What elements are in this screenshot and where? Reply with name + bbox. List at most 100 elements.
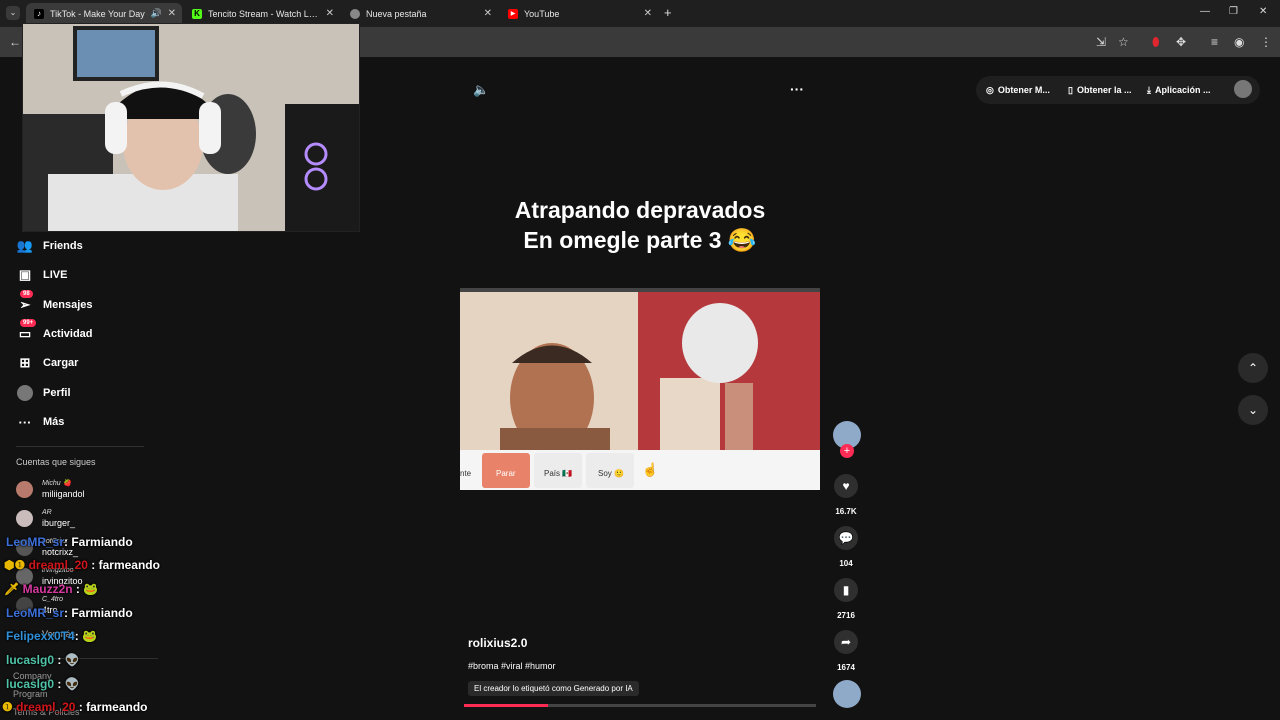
tab-search-button[interactable]: ⌄ bbox=[6, 6, 20, 20]
sidebar-item-label: Friends bbox=[43, 240, 83, 252]
sidebar-divider bbox=[16, 446, 144, 447]
back-icon[interactable]: ← bbox=[9, 35, 21, 49]
like-count: 16.7K bbox=[835, 507, 857, 516]
media-control-icon[interactable]: ≡ bbox=[1211, 35, 1218, 49]
progress-track[interactable] bbox=[464, 704, 816, 707]
profile-avatar bbox=[16, 384, 34, 402]
sidebar-item-friends[interactable]: 👥 Friends bbox=[16, 236, 83, 256]
profile-icon[interactable]: ◉ bbox=[1234, 35, 1244, 49]
tab-tiktok[interactable]: ♪ TikTok - Make Your Day 🔊 ✕ bbox=[26, 3, 182, 25]
friends-icon: 👥 bbox=[16, 238, 34, 253]
sidebar-item-label: Perfil bbox=[43, 387, 71, 399]
video-author[interactable]: rolixius2.0 bbox=[468, 636, 527, 650]
tab-audio-icon[interactable]: 🔊 bbox=[151, 8, 162, 19]
omegle-next-button: nte bbox=[460, 469, 472, 478]
chat-text: : Farmiando bbox=[64, 606, 133, 620]
get-app-button[interactable]: ▯ Obtener la ... bbox=[1068, 80, 1131, 100]
browser-menu-icon[interactable]: ⋮ bbox=[1260, 35, 1272, 49]
install-app-icon[interactable]: ⇲ bbox=[1096, 35, 1106, 49]
share-button[interactable]: ➦ bbox=[834, 630, 858, 654]
upload-icon: ⊞ bbox=[19, 355, 31, 370]
previous-video-button[interactable]: ⌃ bbox=[1238, 353, 1268, 383]
like-button[interactable]: ♥ bbox=[834, 474, 858, 498]
bookmark-icon: ▮ bbox=[842, 583, 850, 597]
extensions-puzzle-icon[interactable]: ✥ bbox=[1176, 35, 1186, 49]
activity-icon: ▭ 99+ bbox=[16, 319, 37, 343]
chevron-down-icon: ⌄ bbox=[1247, 403, 1259, 417]
chat-text: : farmeando bbox=[75, 700, 148, 714]
chat-text: : 🐸 bbox=[72, 582, 99, 596]
video-title-line2: En omegle parte 3 😂 bbox=[523, 227, 757, 253]
chat-user: lucaslg0 bbox=[6, 653, 55, 667]
mute-icon[interactable]: 🔈 bbox=[473, 82, 489, 98]
comment-button[interactable]: 💬 bbox=[834, 526, 858, 550]
sidebar-item-profile[interactable]: Perfil bbox=[16, 383, 71, 403]
maximize-icon[interactable]: ❐ bbox=[1229, 6, 1238, 17]
tab-close-icon[interactable]: ✕ bbox=[326, 8, 334, 19]
sidebar-item-upload[interactable]: ⊞ Cargar bbox=[16, 353, 79, 373]
chat-message: Felipexx0T4: 🐸 bbox=[6, 629, 97, 643]
messages-icon: ➢ 98 bbox=[16, 290, 34, 314]
next-video-button[interactable]: ⌄ bbox=[1238, 395, 1268, 425]
sidebar-item-live[interactable]: ▣ LIVE bbox=[16, 265, 68, 285]
tiktok-favicon-icon: ♪ bbox=[34, 9, 44, 19]
sidebar-item-label: Cargar bbox=[43, 357, 79, 369]
sidebar-item-activity[interactable]: ▭ 99+ Actividad bbox=[16, 319, 93, 344]
button-label: Aplicación ... bbox=[1154, 85, 1211, 95]
chat-message: LeoMR_sr: Farmiando bbox=[6, 606, 133, 620]
chat-text: : 👽 bbox=[54, 677, 80, 691]
sidebar-item-more[interactable]: ··· Más bbox=[16, 412, 65, 432]
comment-icon: 💬 bbox=[838, 531, 854, 545]
follow-plus-icon[interactable]: + bbox=[840, 444, 854, 458]
sidebar-item-label: Actividad bbox=[43, 328, 93, 340]
tab-close-icon[interactable]: ✕ bbox=[168, 8, 176, 19]
sidebar-item-label: Mensajes bbox=[43, 299, 93, 311]
following-handle: miliigandol bbox=[42, 489, 85, 499]
share-icon: ➦ bbox=[840, 635, 852, 649]
chat-user: Felipexx0T4 bbox=[6, 629, 75, 643]
tab-new[interactable]: Nueva pestaña ✕ bbox=[342, 3, 498, 25]
activity-badge: 99+ bbox=[20, 319, 37, 327]
button-label: Obtener M... bbox=[997, 85, 1050, 95]
button-label: Obtener la ... bbox=[1076, 85, 1132, 95]
minimize-icon[interactable]: — bbox=[1200, 6, 1210, 17]
sidebar-item-label: LIVE bbox=[43, 269, 68, 281]
tab-kick[interactable]: K Tencito Stream - Watch Live on ✕ bbox=[184, 3, 340, 25]
tab-close-icon[interactable]: ✕ bbox=[644, 8, 652, 19]
chat-user: lucaslg0 bbox=[6, 677, 55, 691]
chat-message: ❶ dreaml_20 : farmeando bbox=[2, 700, 147, 714]
bookmark-star-icon[interactable]: ☆ bbox=[1118, 35, 1129, 49]
new-tab-button[interactable]: + bbox=[664, 6, 672, 20]
close-window-icon[interactable]: ✕ bbox=[1259, 6, 1267, 17]
chat-user: Mauzz2n bbox=[22, 582, 73, 596]
video-title: Atrapando depravados En omegle parte 3 😂 bbox=[460, 195, 820, 255]
following-display-name: AR bbox=[42, 509, 52, 516]
chat-text: : farmeando bbox=[87, 558, 160, 572]
get-coins-button[interactable]: ◎ Obtener M... bbox=[986, 80, 1050, 100]
sword-icon: 🗡 bbox=[4, 582, 23, 596]
more-icon: ··· bbox=[18, 414, 32, 430]
sound-disc-avatar[interactable] bbox=[833, 680, 861, 708]
video-options-icon[interactable]: ··· bbox=[790, 81, 804, 97]
extension-red-icon[interactable]: ⬮ bbox=[1152, 35, 1160, 50]
following-display-name: Michu 🍓 bbox=[42, 480, 72, 487]
tab-youtube[interactable]: ▶ YouTube ✕ bbox=[500, 3, 658, 25]
chat-user: LeoMR_sr bbox=[6, 606, 65, 620]
coin-icon: ◎ bbox=[986, 84, 994, 95]
video-hashtags[interactable]: #broma #viral #humor bbox=[468, 661, 556, 671]
sidebar-item-messages[interactable]: ➢ 98 Mensajes bbox=[16, 290, 93, 315]
chat-message: lucaslg0 : 👽 bbox=[6, 653, 80, 667]
avatar bbox=[16, 480, 33, 498]
tab-close-icon[interactable]: ✕ bbox=[484, 8, 492, 19]
user-avatar[interactable] bbox=[1234, 80, 1252, 98]
heart-icon: ♥ bbox=[842, 479, 850, 493]
omegle-country-button: País 🇲🇽 bbox=[544, 469, 573, 478]
following-item[interactable]: AR iburger_ bbox=[16, 507, 75, 529]
webcam-overlay bbox=[22, 23, 360, 232]
badge-icon: ❶ bbox=[2, 700, 17, 714]
desktop-app-button[interactable]: ⤓ Aplicación ... bbox=[1147, 80, 1211, 100]
following-item[interactable]: Michu 🍓 miliigandol bbox=[16, 478, 85, 500]
youtube-favicon-icon: ▶ bbox=[508, 9, 518, 19]
save-button[interactable]: ▮ bbox=[834, 578, 858, 602]
video-player[interactable]: nte Parar País 🇲🇽 Soy 🙂 ☝ bbox=[460, 288, 820, 490]
